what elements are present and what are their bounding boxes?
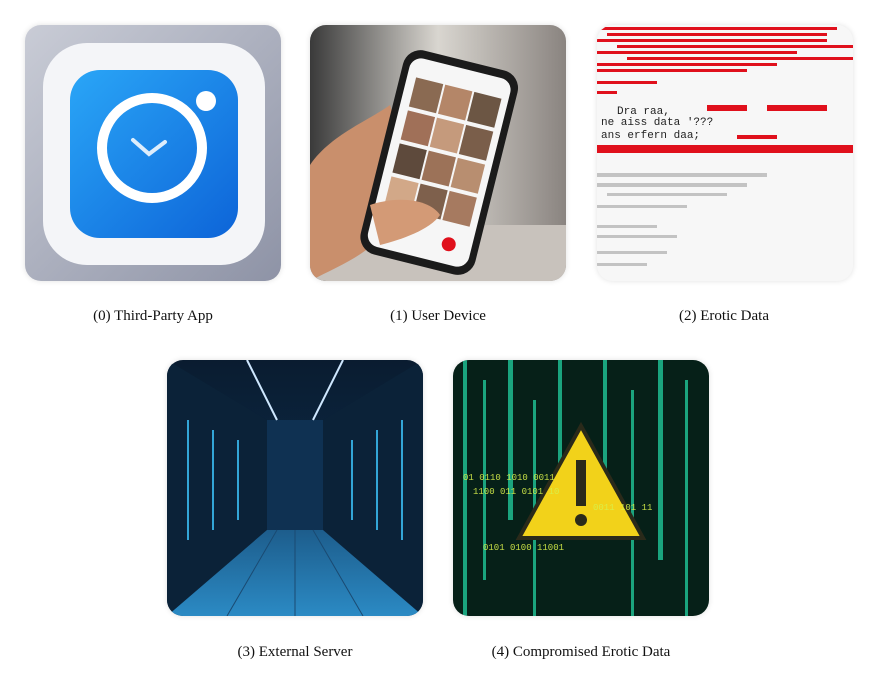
erotic-data-image: ne aiss data '??? ans erfern daa; Dra ra… [597,25,853,281]
user-device-image [310,25,566,281]
caption-user-device: (1) User Device [390,308,486,324]
svg-text:01 0110 1010 0011: 01 0110 1010 0011 [463,473,555,483]
svg-text:0011 101 11: 0011 101 11 [593,503,652,513]
svg-text:1100 011 0101 10: 1100 011 0101 10 [473,487,559,497]
caption-compromised-erotic-data: (4) Compromised Erotic Data [491,644,671,660]
glitch-line-1: ne aiss data '??? [601,117,713,129]
third-party-app-image [25,25,281,281]
caption-erotic-data: (2) Erotic Data [679,308,769,324]
glitch-line-2: ans erfern daa; [601,130,700,142]
glitch-line-3: Dra raa, [617,106,670,118]
caption-third-party-app: (0) Third-Party App [93,308,213,324]
svg-text:0101 0100 11001: 0101 0100 11001 [483,543,564,553]
external-server-image [167,360,423,616]
compromised-erotic-data-image: 01 0110 1010 0011 1100 011 0101 10 0011 … [453,360,709,616]
caption-external-server: (3) External Server [237,644,353,660]
